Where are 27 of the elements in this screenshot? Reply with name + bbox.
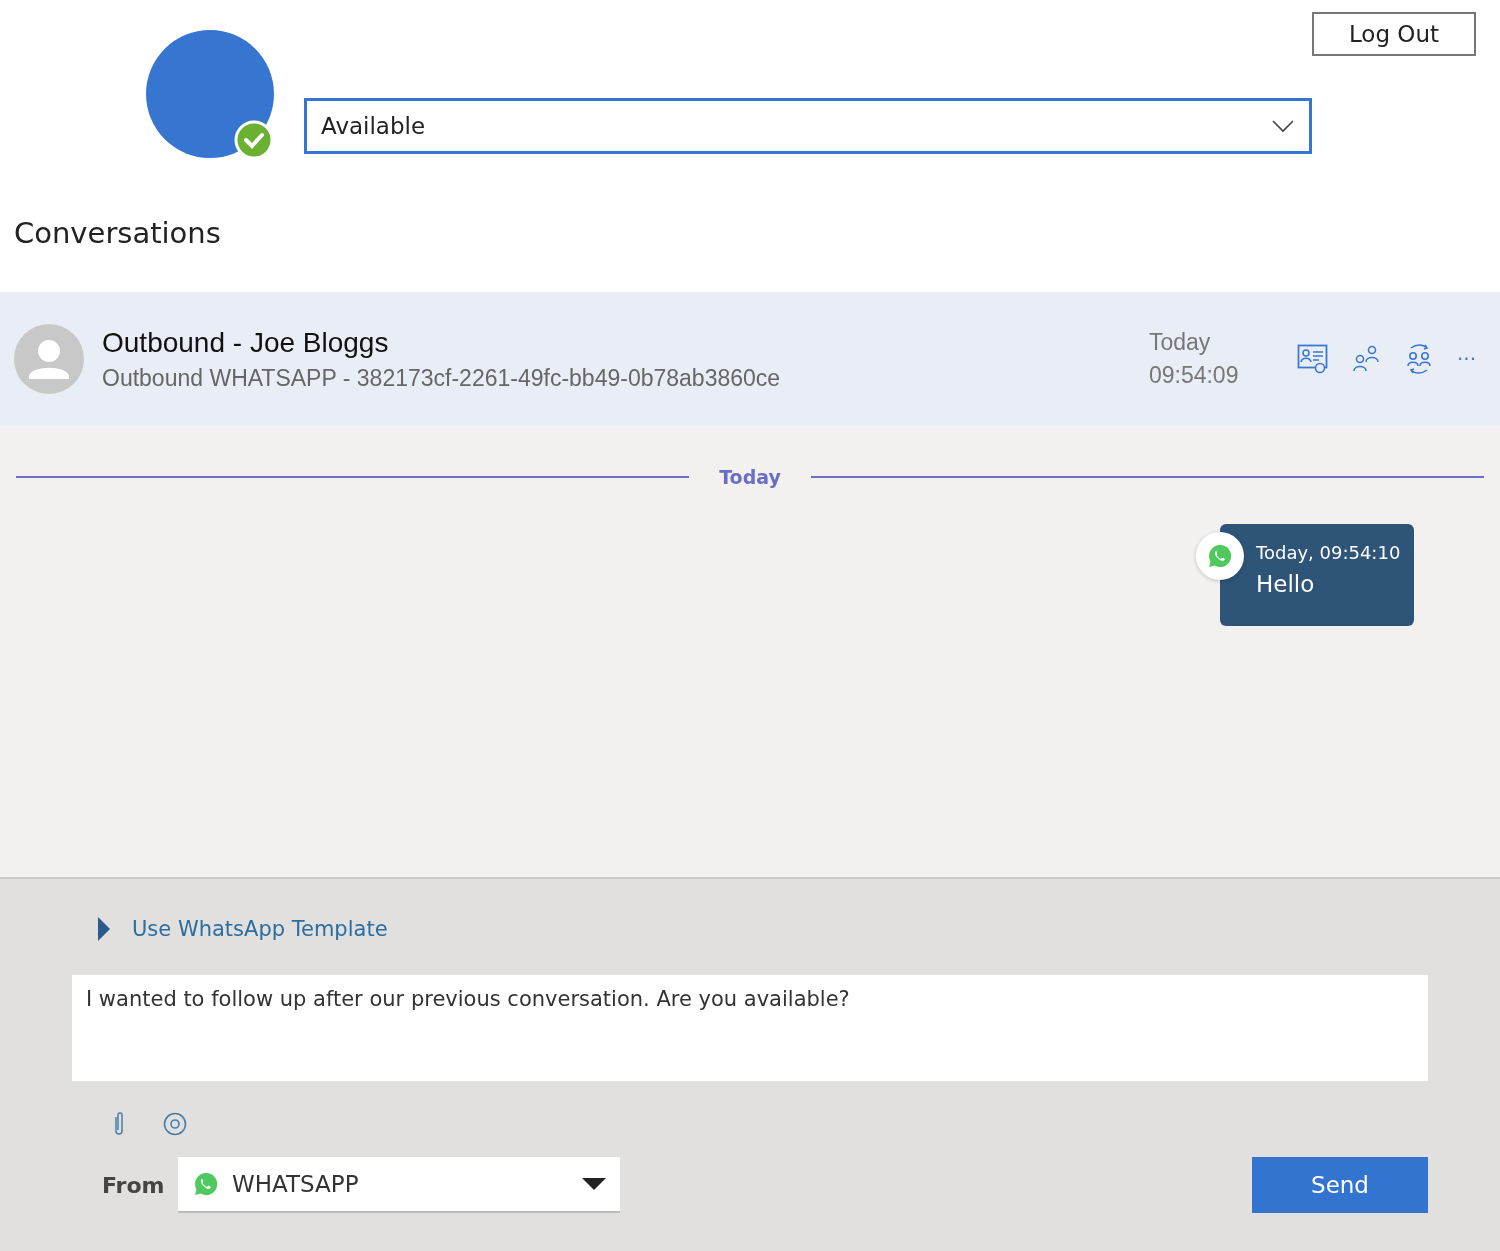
caret-down-icon: [582, 1178, 606, 1190]
template-toggle[interactable]: Use WhatsApp Template: [96, 917, 1428, 941]
from-label: From: [101, 1172, 166, 1198]
conversation-time: 09:54:09: [1148, 362, 1240, 389]
person-avatar-icon: [14, 324, 84, 394]
contact-card-icon[interactable]: [1296, 344, 1329, 374]
channel-dropdown[interactable]: WHATSAPP: [178, 1157, 620, 1213]
status-dropdown[interactable]: Available: [304, 98, 1312, 154]
message-timestamp: Today, 09:54:10: [1256, 542, 1402, 563]
logout-button[interactable]: Log Out: [1312, 12, 1476, 56]
section-title: Conversations: [13, 215, 222, 252]
conversation-date: Today: [1148, 329, 1212, 356]
paperclip-icon[interactable]: [112, 1111, 126, 1137]
more-button[interactable]: ···: [1456, 347, 1476, 371]
message-text: Hello: [1256, 571, 1316, 597]
chevron-down-icon: [1271, 119, 1295, 133]
send-button[interactable]: Send: [1252, 1157, 1428, 1213]
conversation-subtitle: Outbound WHATSAPP - 382173cf-2261-49fc-bb49-0b78ab3860ce: [102, 364, 782, 392]
people-icon[interactable]: [1350, 344, 1381, 374]
target-icon[interactable]: [162, 1111, 188, 1137]
date-divider: Today: [719, 466, 781, 488]
conversation-item[interactable]: Outbound - Joe Bloggs Outbound WHATSAPP - 382173cf-2261-49fc-bb49-0b78ab3860ce Today 09:54:09 ···: [0, 292, 1500, 426]
caret-right-icon: [96, 917, 112, 941]
whatsapp-icon: [1196, 532, 1244, 580]
message-input[interactable]: I wanted to follow up after our previous conversation. Are you available?: [72, 975, 1428, 1081]
conversation-title: Outbound - Joe Bloggs: [102, 326, 390, 359]
whatsapp-icon: [192, 1170, 220, 1198]
